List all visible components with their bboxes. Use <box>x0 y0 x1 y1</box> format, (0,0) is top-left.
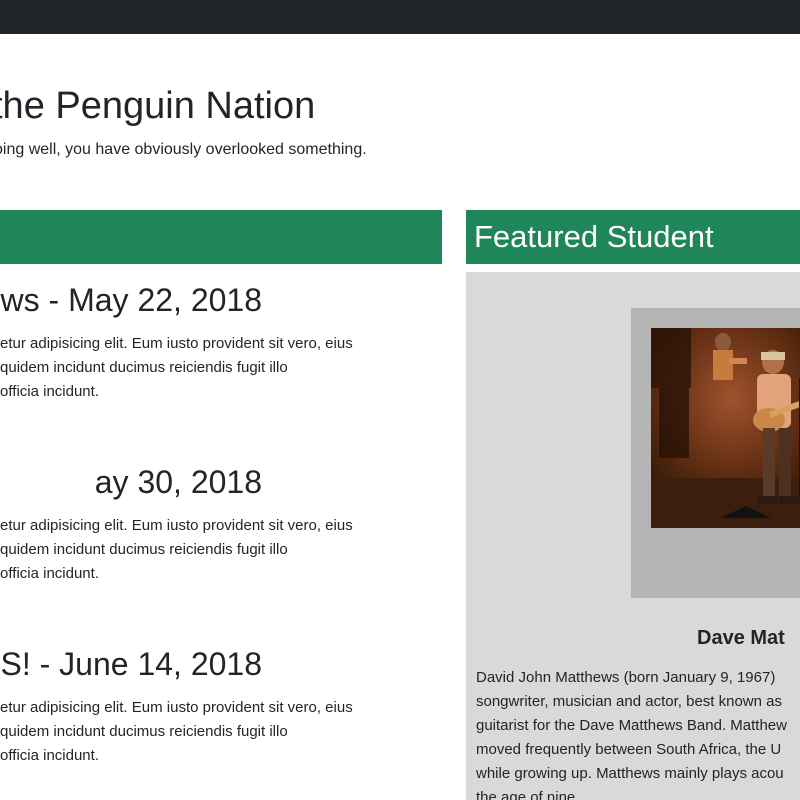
featured-student-heading: Featured Student <box>474 219 714 254</box>
featured-student-header: Featured Student <box>466 210 800 264</box>
featured-student-panel: Dave Mat David John Matthews (born Janua… <box>466 272 800 800</box>
news-item-title: ws - May 22, 2018 <box>0 282 262 318</box>
page-title: the Penguin Nation <box>0 85 316 127</box>
news-item-body: , consectetur adipisicing elit. Eum iust… <box>0 699 353 764</box>
concert-photo-image <box>651 328 800 528</box>
news-item-title: ay 30, 2018 <box>94 464 262 500</box>
student-name: Dave Mat <box>697 627 785 649</box>
page-subtitle: oing well, you have obviously overlooked… <box>0 141 367 158</box>
news-section-header <box>0 210 442 264</box>
news-item-body: , consectetur adipisicing elit. Eum iust… <box>0 335 353 400</box>
news-item: S! - June 14, 2018 , consectetur adipisi… <box>0 644 445 774</box>
student-photo-frame <box>631 308 800 598</box>
student-bio: David John Matthews (born January 9, 196… <box>476 669 787 800</box>
news-item-body: , consectetur adipisicing elit. Eum iust… <box>0 517 353 582</box>
student-photo <box>651 328 800 528</box>
news-item-title: S! - June 14, 2018 <box>0 646 262 682</box>
news-item: ay 30, 2018 , consectetur adipisicing el… <box>0 462 445 592</box>
news-item: ws - May 22, 2018 , consectetur adipisic… <box>0 280 445 410</box>
top-navbar <box>0 0 800 34</box>
